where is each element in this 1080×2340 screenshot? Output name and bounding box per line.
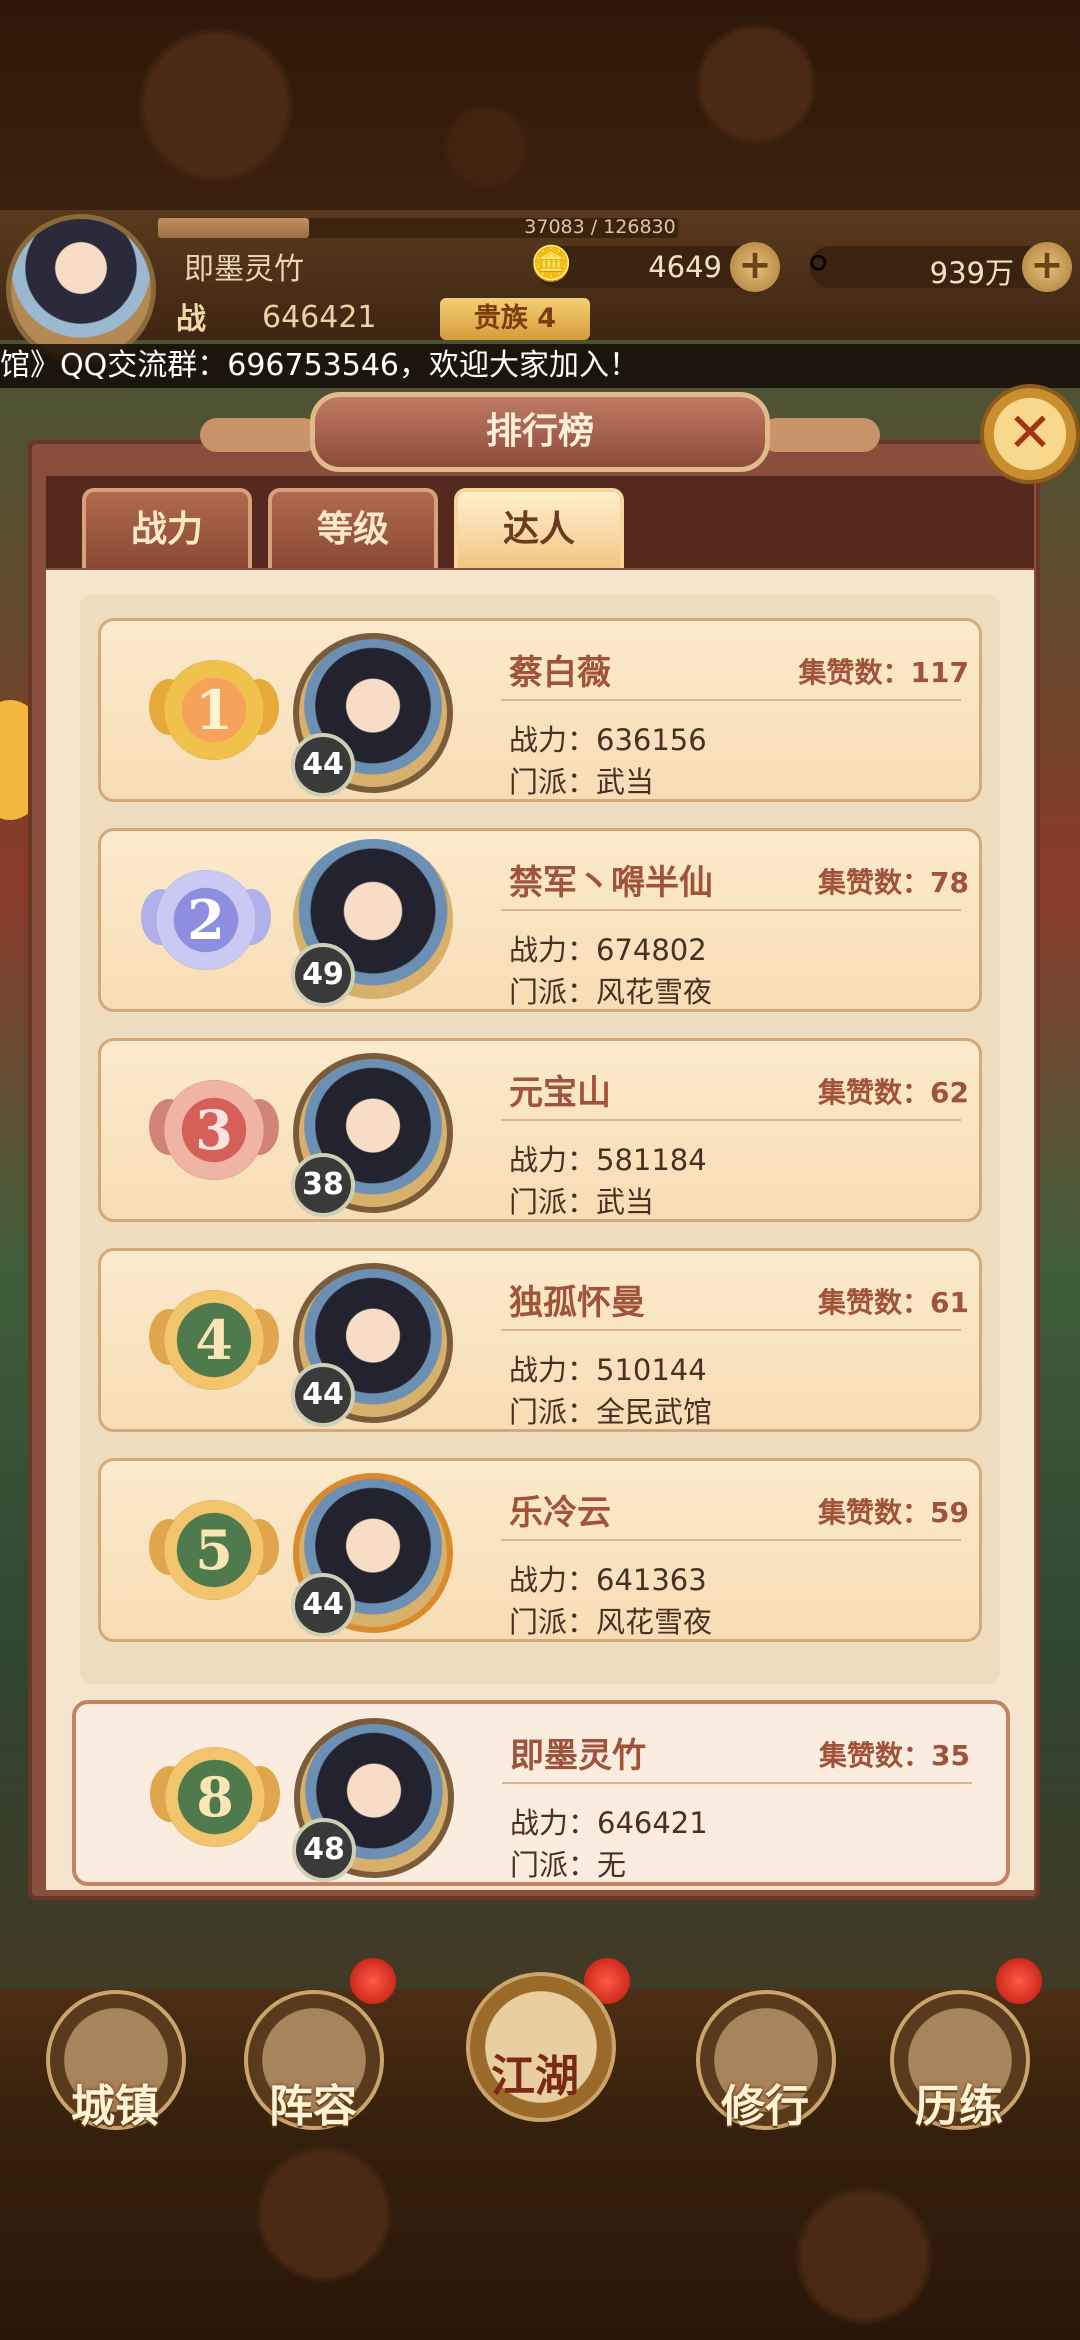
exp-bar-fill <box>158 218 309 238</box>
silver-ingot-icon: ⚪ <box>804 244 833 284</box>
gold-value: 4649 <box>648 250 722 284</box>
rank-medal: 3 <box>149 1065 279 1195</box>
rank-medal: 8 <box>150 1732 280 1862</box>
gold-ingot-icon: 🪙 <box>530 244 573 284</box>
close-button[interactable]: ✕ <box>980 384 1080 484</box>
player-power: 战力：646421 <box>510 1806 708 1840</box>
rank-row[interactable]: 1 44 蔡白薇 集赞数：117 战力：636156 门派：武当 <box>98 618 982 802</box>
player-power: 战力：641363 <box>509 1563 707 1597</box>
player-sect: 门派：全民武馆 <box>509 1395 713 1429</box>
title-ornament-left <box>200 418 320 452</box>
divider <box>501 1119 961 1121</box>
player-power: 战力：510144 <box>509 1353 707 1387</box>
panel-title: 排行榜 <box>485 411 594 452</box>
player-avatar[interactable] <box>6 214 156 364</box>
rank-number: 1 <box>195 678 233 742</box>
lantern-icon <box>350 1958 396 2004</box>
announcement-ticker: 馆》QQ交流群：696753546，欢迎大家加入！ <box>0 344 1080 388</box>
tab-level[interactable]: 等级 <box>268 488 438 568</box>
player-name: 禁军丶嘚半仙 <box>509 863 713 903</box>
player-name: 即墨灵竹 <box>184 252 304 287</box>
rank-number: 8 <box>196 1765 234 1829</box>
noble-badge[interactable]: 贵族 4 <box>440 298 590 340</box>
player-power: 战力：636156 <box>509 723 707 757</box>
likes-count: 集赞数：117 <box>798 656 969 689</box>
close-icon: ✕ <box>1007 401 1053 464</box>
player-name: 独孤怀曼 <box>509 1283 645 1323</box>
likes-count: 集赞数：62 <box>818 1076 969 1109</box>
rank-number: 3 <box>195 1098 233 1162</box>
title-ornament-right <box>760 418 880 452</box>
my-rank-row[interactable]: 8 48 即墨灵竹 集赞数：35 战力：646421 门派：无 <box>72 1700 1010 1886</box>
rank-medal: 1 <box>149 645 279 775</box>
likes-count: 集赞数：78 <box>818 866 969 899</box>
rank-row[interactable]: 2 49 禁军丶嘚半仙 集赞数：78 战力：674802 门派：风花雪夜 <box>98 828 982 1012</box>
player-power: 战力：674802 <box>509 933 707 967</box>
player-power: 战力：581184 <box>509 1143 707 1177</box>
silver-resource: ⚪ 939万 + <box>804 242 1072 292</box>
level-badge: 44 <box>291 1363 355 1427</box>
nav-training-label: 历练 <box>915 2081 1003 2132</box>
divider <box>502 1782 972 1784</box>
lantern-icon <box>996 1958 1042 2004</box>
player-sect: 门派：无 <box>510 1848 627 1882</box>
likes-count: 集赞数：61 <box>818 1286 969 1319</box>
player-name: 蔡白薇 <box>509 653 611 693</box>
rank-number: 2 <box>187 888 225 952</box>
likes-count: 集赞数：35 <box>819 1739 970 1772</box>
silver-value: 939万 <box>929 256 1014 290</box>
player-sect: 门派：武当 <box>509 1185 655 1219</box>
level-badge: 44 <box>291 733 355 797</box>
level-badge: 38 <box>291 1153 355 1217</box>
nav-town-label: 城镇 <box>71 2081 159 2132</box>
rank-number: 5 <box>195 1518 233 1582</box>
nav-lineup-label: 阵容 <box>269 2081 357 2132</box>
tab-experts[interactable]: 达人 <box>454 488 624 568</box>
top-letterbox <box>0 0 1080 210</box>
player-name: 即墨灵竹 <box>510 1736 646 1776</box>
divider <box>501 1329 961 1331</box>
rank-medal: 2 <box>141 855 271 985</box>
player-name: 元宝山 <box>509 1073 611 1113</box>
player-power: 646421 <box>262 300 377 335</box>
divider <box>501 1539 961 1541</box>
rank-row[interactable]: 5 44 乐冷云 集赞数：59 战力：641363 门派：风花雪夜 <box>98 1458 982 1642</box>
player-name: 乐冷云 <box>509 1493 611 1533</box>
divider <box>501 699 961 701</box>
nav-jianghu-label: 江湖 <box>491 2051 579 2102</box>
add-silver-button[interactable]: + <box>1022 242 1072 292</box>
tab-power[interactable]: 战力 <box>82 488 252 568</box>
bottom-letterbox <box>0 2130 1080 2340</box>
power-icon: 战 <box>176 302 206 337</box>
likes-count: 集赞数：59 <box>818 1496 969 1529</box>
level-badge: 48 <box>292 1818 356 1882</box>
gold-resource: 🪙 4649 + <box>530 242 780 292</box>
player-sect: 门派：风花雪夜 <box>509 975 713 1009</box>
player-sect: 门派：武当 <box>509 765 655 799</box>
divider <box>501 909 961 911</box>
player-sect: 门派：风花雪夜 <box>509 1605 713 1639</box>
rank-number: 4 <box>195 1308 233 1372</box>
level-badge: 49 <box>291 943 355 1007</box>
exp-text: 37083 / 126830 <box>524 216 676 238</box>
panel-title-plate: 排行榜 <box>310 392 770 472</box>
rank-row[interactable]: 4 44 独孤怀曼 集赞数：61 战力：510144 门派：全民武馆 <box>98 1248 982 1432</box>
add-gold-button[interactable]: + <box>730 242 780 292</box>
level-badge: 44 <box>291 1573 355 1637</box>
rank-medal: 5 <box>149 1485 279 1615</box>
rank-row[interactable]: 3 38 元宝山 集赞数：62 战力：581184 门派：武当 <box>98 1038 982 1222</box>
rank-medal: 4 <box>149 1275 279 1405</box>
nav-cultivate-label: 修行 <box>721 2081 809 2132</box>
